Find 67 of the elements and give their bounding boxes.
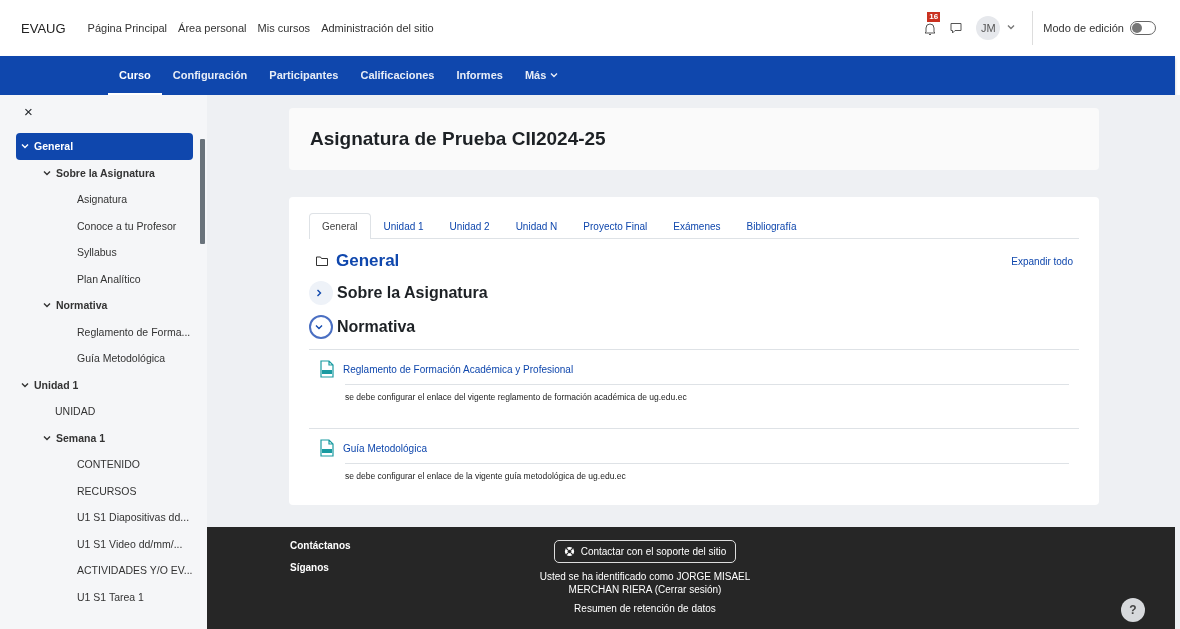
sidebar-item[interactable]: Plan Analítico xyxy=(16,265,193,292)
sidebar-section[interactable]: Normativa xyxy=(16,292,193,319)
site-brand[interactable]: EVAUG xyxy=(21,20,66,36)
sidebar-item[interactable]: Reglamento de Forma... xyxy=(16,318,193,345)
section-tab[interactable]: Proyecto Final xyxy=(570,213,661,239)
edit-mode-toggle[interactable] xyxy=(1130,21,1156,35)
close-button[interactable]: × xyxy=(24,105,34,119)
course-title: Asignatura de Prueba CII2024-25 xyxy=(310,128,606,150)
chat-icon[interactable] xyxy=(950,22,963,34)
user-avatar[interactable]: JM xyxy=(976,16,1001,40)
logout-link[interactable]: (Cerrar sesión) xyxy=(654,584,722,595)
course-nav-tab[interactable]: Participantes xyxy=(258,56,350,95)
section-tab[interactable]: General xyxy=(309,213,371,239)
folder-icon xyxy=(316,256,328,266)
sidebar-section[interactable]: General xyxy=(16,133,193,160)
pdf-file-icon xyxy=(319,439,335,457)
sidebar-item[interactable]: Conoce a tu Profesor xyxy=(16,212,193,239)
section-tab[interactable]: Unidad 1 xyxy=(370,213,437,239)
sidebar-item[interactable]: Syllabus xyxy=(16,239,193,266)
caret-icon xyxy=(1006,22,1017,32)
sidebar-item[interactable]: U1 S1 Diapositivas dd... xyxy=(16,504,193,531)
section-title[interactable]: Normativa xyxy=(337,318,416,336)
edit-mode-label: Modo de edición xyxy=(1043,22,1124,34)
help-button[interactable]: ? xyxy=(1121,598,1145,622)
nav-link[interactable]: Mis cursos xyxy=(257,22,311,34)
nav-link[interactable]: Página Principal xyxy=(87,22,168,34)
lifebuoy-icon xyxy=(563,546,575,557)
footer-link[interactable]: Contáctanos xyxy=(290,540,515,551)
sidebar-item[interactable]: U1 S1 Video dd/mm/... xyxy=(16,530,193,557)
chevron-icon xyxy=(314,288,324,298)
activity-description: se debe configurar el enlace de la vigente guía metodológica de ug.edu.ec xyxy=(345,463,1069,483)
section-heading[interactable]: General xyxy=(336,251,1012,271)
sidebar-section[interactable]: Unidad 1 xyxy=(16,371,193,398)
nav-link[interactable]: Administración del sitio xyxy=(321,22,434,34)
scrollbar-thumb[interactable] xyxy=(200,139,205,244)
bell-icon[interactable] xyxy=(924,22,937,36)
section-tab[interactable]: Unidad 2 xyxy=(436,213,503,239)
activity-description: se debe configurar el enlace del vigente reglamento de formación académica de ug.edu.ec xyxy=(345,384,1069,416)
login-info: Usted se ha identificado como JORGE MISAEL MERCHAN RIERA (Cerrar sesión) xyxy=(538,570,752,596)
sidebar-item[interactable]: CONTENIDO xyxy=(16,451,193,478)
sidebar-item[interactable]: UNIDAD xyxy=(16,398,193,425)
activity-link[interactable]: Guía Metodológica xyxy=(343,442,427,454)
sidebar-item[interactable]: Asignatura xyxy=(16,186,193,213)
sidebar-item[interactable]: U1 S1 Tarea 1 xyxy=(16,583,193,610)
section-tab[interactable]: Bibliografía xyxy=(733,213,810,239)
expand-all-link[interactable]: Expandir todo xyxy=(1011,255,1073,267)
section-tab[interactable]: Exámenes xyxy=(660,213,734,239)
course-nav-tab[interactable]: Informes xyxy=(445,56,514,95)
course-nav-tab[interactable]: Configuración xyxy=(161,56,259,95)
sidebar-item[interactable]: Guía Metodológica xyxy=(16,345,193,372)
nav-link[interactable]: Área personal xyxy=(178,22,247,34)
sidebar-section[interactable]: Semana 1 xyxy=(16,424,193,451)
data-retention-link[interactable]: Resumen de retención de datos xyxy=(574,603,716,614)
section-tab[interactable]: Unidad N xyxy=(502,213,571,239)
course-nav-tab[interactable]: Más xyxy=(513,56,575,95)
section-title[interactable]: Sobre la Asignatura xyxy=(337,284,488,302)
notification-badge: 16 xyxy=(927,12,941,22)
course-nav-tab[interactable]: Calificaciones xyxy=(349,56,446,95)
sidebar-item[interactable]: RECURSOS xyxy=(16,477,193,504)
pdf-file-icon xyxy=(319,360,335,378)
collapse-button[interactable] xyxy=(309,315,333,339)
sidebar-section[interactable]: Sobre la Asignatura xyxy=(16,159,193,186)
sidebar-item[interactable]: ACTIVIDADES Y/O EV... xyxy=(16,557,193,584)
support-button[interactable]: Contactar con el soporte del sitio xyxy=(553,540,737,563)
activity-link[interactable]: Reglamento de Formación Académica y Profesional xyxy=(343,363,574,375)
chevron-icon xyxy=(314,322,324,332)
footer-link[interactable]: Síganos xyxy=(290,562,515,573)
